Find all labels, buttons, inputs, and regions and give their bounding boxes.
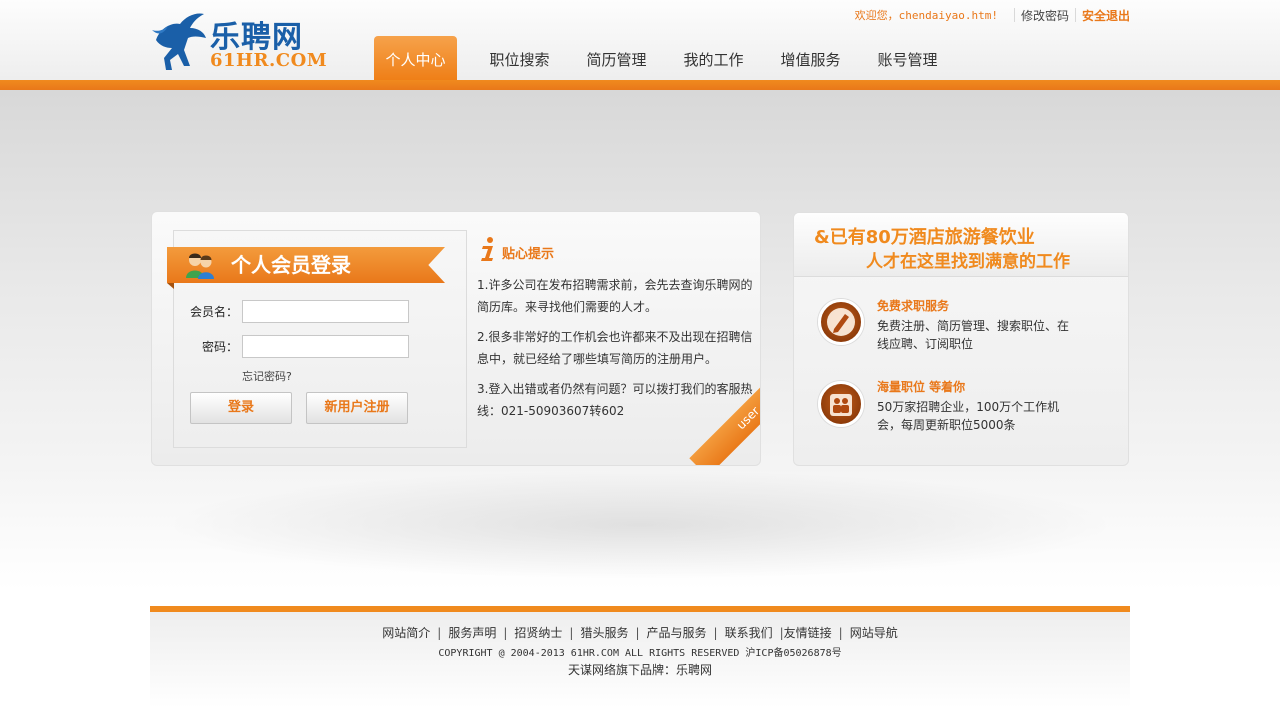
register-button[interactable]: 新用户注册	[306, 392, 408, 424]
tab-personal-center[interactable]: 个人中心	[374, 36, 457, 80]
password-row: 密码：	[174, 334, 409, 358]
tips-title: 贴心提示	[502, 247, 555, 262]
footer-link-headhunting[interactable]: 猎头服务	[580, 626, 628, 640]
footer-links: 网站简介 | 服务声明 | 招贤纳士 | 猎头服务 | 产品与服务 | 联系我们 |友情链接 | 网站导航	[0, 624, 1280, 641]
tab-account-management[interactable]: 账号管理	[868, 36, 947, 80]
service-description: 免费注册、简历管理、搜索职位、在线应聘、订阅职位	[877, 319, 1070, 351]
people-icon	[818, 381, 864, 427]
footer-link-about[interactable]: 网站简介	[382, 626, 430, 640]
username-label: 会员名：	[189, 304, 238, 319]
login-card: 个人会员登录 会员名： 密码： 忘记密码? 登录 新用户注册 贴心提示 1.许多…	[151, 211, 761, 466]
footer-divider: |	[635, 626, 640, 640]
footer-link-careers[interactable]: 招贤纳士	[514, 626, 562, 640]
password-input[interactable]	[242, 334, 409, 358]
brand-text: 天谋网络旗下品牌：乐聘网	[567, 663, 712, 677]
logo-domain-text: 61HR.COM	[210, 50, 328, 71]
promo-header: &已有80万酒店旅游餐饮业 人才在这里找到满意的工作	[794, 213, 1128, 277]
change-password-link[interactable]: 修改密码	[1021, 7, 1069, 24]
welcome-text: 欢迎您，chendaiyao.htm!	[854, 9, 998, 22]
footer-divider: |	[503, 626, 508, 640]
pen-icon	[818, 299, 864, 345]
site-header: 乐聘网 61HR.COM 欢迎您，chendaiyao.htm! 修改密码 安全…	[0, 0, 1280, 90]
footer-divider: |	[838, 626, 843, 640]
cards-shadow	[160, 470, 1120, 580]
tab-job-search[interactable]: 职位搜索	[480, 36, 559, 80]
user-topbar: 欢迎您，chendaiyao.htm! 修改密码 安全退出	[855, 6, 1130, 24]
login-title-ribbon: 个人会员登录	[167, 247, 445, 283]
login-title: 个人会员登录	[231, 253, 351, 277]
login-button[interactable]: 登录	[190, 392, 292, 424]
footer-link-terms[interactable]: 服务声明	[448, 626, 496, 640]
tip-item: 2.很多非常好的工作机会也许都来不及出现在招聘信息中，就已经给了哪些填写简历的注…	[477, 330, 753, 366]
promo-headline-2: 人才在这里找到满意的工作	[866, 252, 1070, 272]
site-logo[interactable]: 乐聘网 61HR.COM	[150, 8, 327, 74]
username-row: 会员名：	[174, 299, 409, 323]
footer-link-friends[interactable]: 友情链接	[784, 626, 832, 640]
username-input[interactable]	[242, 299, 409, 323]
pegasus-logo-icon	[152, 13, 206, 70]
promo-card: &已有80万酒店旅游餐饮业 人才在这里找到满意的工作 免费求职服务 免费注册、简…	[793, 212, 1129, 466]
service-title: 海量职位 等着你	[877, 380, 966, 394]
service-title: 免费求职服务	[877, 299, 950, 313]
footer-divider: |	[713, 626, 718, 640]
footer-link-sitemap[interactable]: 网站导航	[850, 626, 898, 640]
ribbon-fold	[167, 283, 174, 289]
user-corner-ribbon: user	[660, 365, 760, 465]
copyright-text: COPYRIGHT @ 2004-2013 61HR.COM ALL RIGHT…	[438, 648, 842, 659]
forgot-password-link[interactable]: 忘记密码?	[242, 368, 292, 384]
corner-label: user	[689, 365, 760, 465]
footer-link-contact[interactable]: 联系我们	[725, 626, 773, 640]
service-description: 50万家招聘企业，100万个工作机会，每周更新职位5000条	[877, 400, 1060, 432]
footer-link-products[interactable]: 产品与服务	[647, 626, 707, 640]
tab-value-added-services[interactable]: 增值服务	[771, 36, 850, 80]
main-nav: 个人中心 职位搜索 简历管理 我的工作 增值服务 账号管理	[374, 36, 947, 80]
login-form-panel: 个人会员登录 会员名： 密码： 忘记密码? 登录 新用户注册	[167, 230, 467, 448]
footer-divider: |	[437, 626, 442, 640]
members-icon	[186, 253, 214, 279]
info-icon	[481, 237, 493, 261]
password-label: 密码：	[201, 339, 238, 354]
footer-divider: |	[569, 626, 574, 640]
promo-headline-1: &已有80万酒店旅游餐饮业	[814, 227, 1035, 248]
tip-item: 1.许多公司在发布招聘需求前，会先去查询乐聘网的简历库。来寻找他们需要的人才。	[477, 278, 753, 314]
header-orange-stripe	[0, 80, 1280, 90]
tab-resume-management[interactable]: 简历管理	[577, 36, 656, 80]
topbar-divider	[1013, 8, 1015, 22]
topbar-divider	[1074, 8, 1076, 22]
tab-my-work[interactable]: 我的工作	[674, 36, 753, 80]
logout-link[interactable]: 安全退出	[1082, 7, 1130, 24]
